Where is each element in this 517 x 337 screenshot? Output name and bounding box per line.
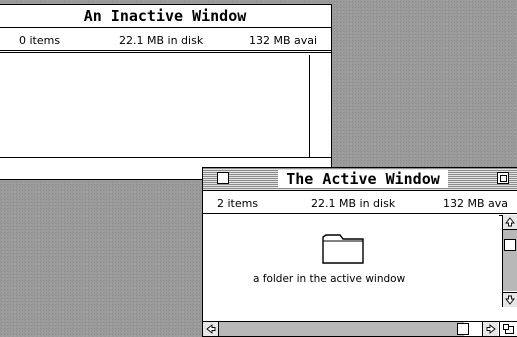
active-available-space: 132 MB ava bbox=[443, 196, 509, 210]
active-disk-usage: 22.1 MB in disk bbox=[311, 196, 396, 210]
active-item-count: 2 items bbox=[217, 196, 259, 210]
active-window-title: The Active Window bbox=[278, 170, 448, 188]
active-window-titlebar[interactable]: The Active Window bbox=[203, 168, 517, 191]
zoom-box-icon[interactable] bbox=[497, 172, 509, 184]
arrow-right-icon[interactable] bbox=[482, 322, 498, 336]
arrow-down-icon[interactable] bbox=[503, 292, 517, 307]
inactive-window-content[interactable] bbox=[0, 55, 307, 157]
inactive-disk-usage: 22.1 MB in disk bbox=[119, 33, 204, 47]
active-window-info-bar: 2 items 22.1 MB in disk 132 MB ava bbox=[203, 191, 517, 216]
arrow-left-icon[interactable] bbox=[203, 322, 219, 336]
horizontal-scroll-thumb[interactable] bbox=[457, 323, 469, 335]
inactive-window-title: An Inactive Window bbox=[83, 7, 247, 25]
close-box-icon[interactable] bbox=[217, 172, 229, 184]
active-window-content[interactable]: a folder in the active window bbox=[203, 215, 499, 307]
folder-icon[interactable] bbox=[321, 231, 365, 265]
inactive-available-space: 132 MB avai bbox=[249, 33, 318, 47]
horizontal-scrollbar[interactable] bbox=[203, 321, 499, 336]
folder-label[interactable]: a folder in the active window bbox=[253, 273, 405, 285]
active-window[interactable]: The Active Window 2 items 22.1 MB in dis… bbox=[202, 167, 517, 337]
inactive-vertical-scroll-area bbox=[309, 55, 331, 157]
vertical-scrollbar[interactable] bbox=[502, 215, 517, 307]
horizontal-scroll-track[interactable] bbox=[219, 322, 464, 336]
grow-box-icon[interactable] bbox=[499, 321, 517, 336]
inactive-item-count: 0 items bbox=[19, 33, 61, 47]
inactive-window[interactable]: An Inactive Window 0 items 22.1 MB in di… bbox=[0, 4, 332, 180]
inactive-window-info-bar: 0 items 22.1 MB in disk 132 MB avai bbox=[0, 28, 331, 53]
vertical-scroll-thumb[interactable] bbox=[504, 239, 516, 251]
arrow-up-icon[interactable] bbox=[503, 215, 517, 230]
inactive-window-titlebar[interactable]: An Inactive Window bbox=[0, 5, 331, 28]
